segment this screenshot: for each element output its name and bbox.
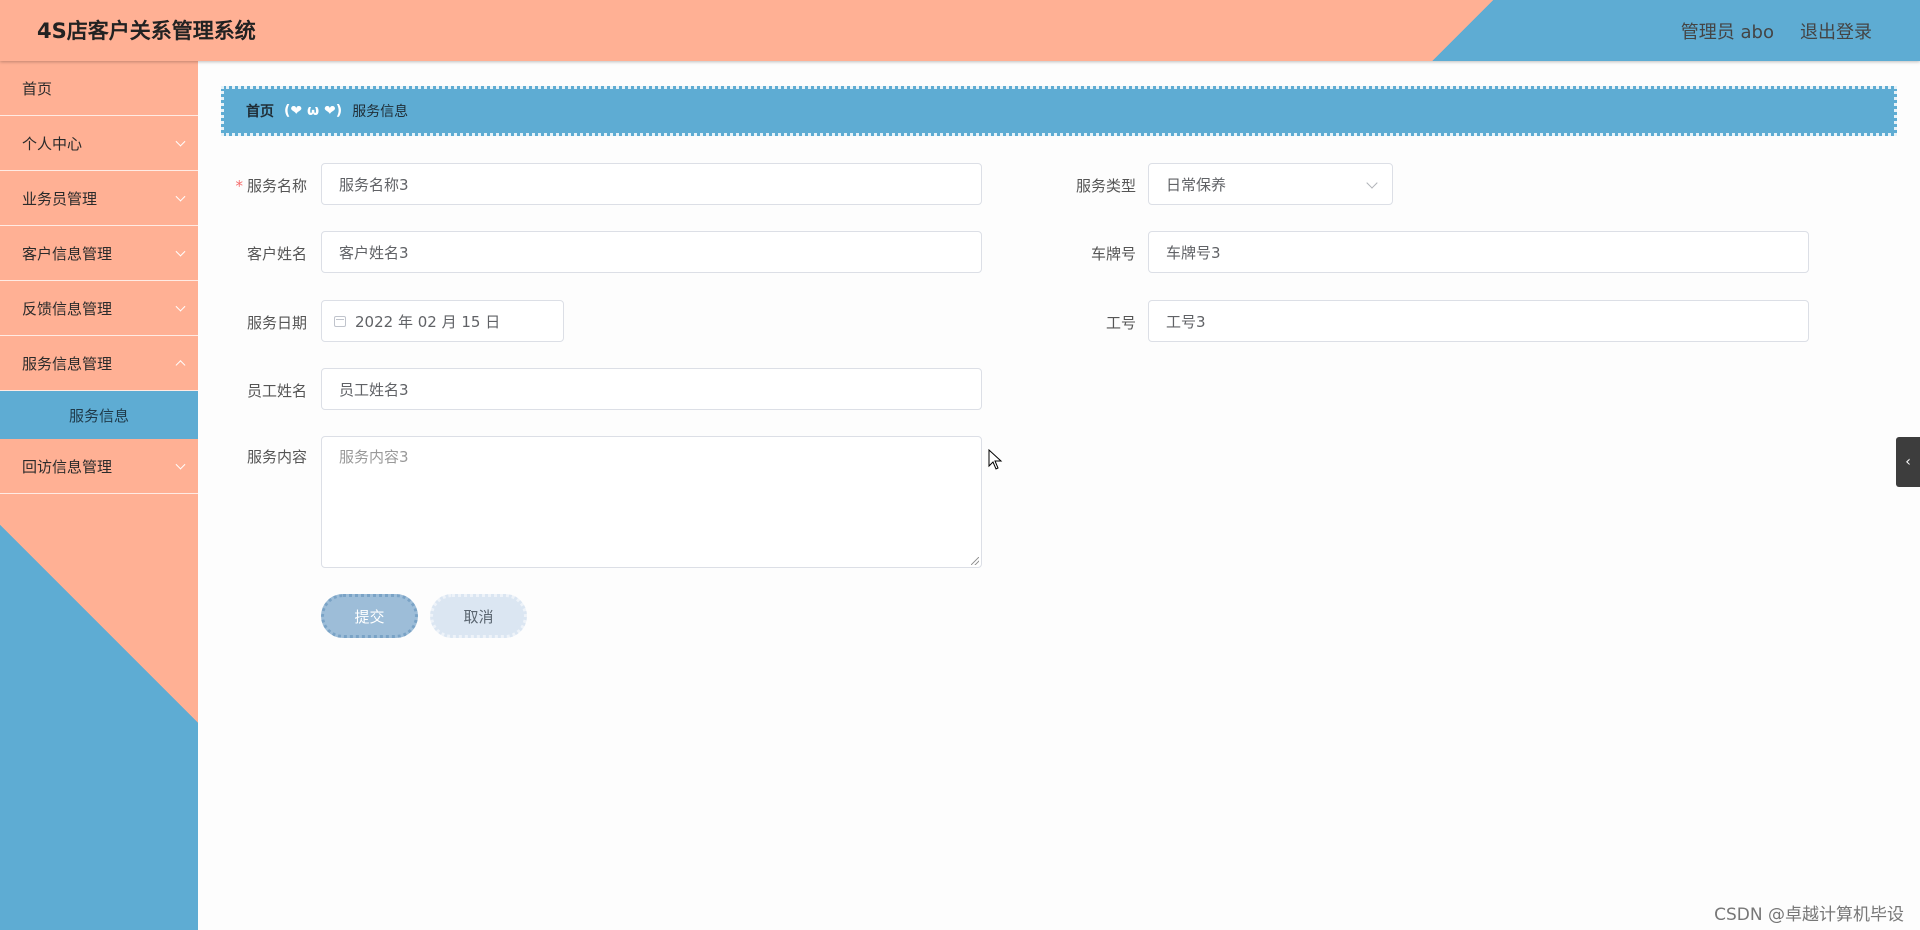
service-content-value: 服务内容3	[339, 448, 409, 466]
sidebar-item-label: 回访信息管理	[22, 457, 113, 476]
breadcrumb: 首页 (❤ ω ❤) 服务信息	[221, 86, 1897, 136]
app-title: 4S店客户关系管理系统	[37, 19, 256, 43]
chevron-up-icon	[175, 360, 186, 371]
chevron-down-icon	[1366, 177, 1378, 189]
sidebar-item-label: 首页	[22, 79, 53, 98]
employee-id-value: 工号3	[1166, 312, 1206, 331]
cancel-button[interactable]: 取消	[430, 594, 527, 638]
sidebar-subitem-service-info[interactable]: 服务信息	[0, 391, 198, 439]
breadcrumb-home[interactable]: 首页	[246, 101, 274, 121]
employee-id-label: 工号	[1105, 314, 1136, 332]
calendar-icon	[334, 315, 346, 327]
plate-number-label: 车牌号	[1090, 245, 1136, 263]
logout-link[interactable]: 退出登录	[1800, 18, 1872, 44]
sidebar-item-home[interactable]: 首页	[0, 61, 198, 116]
side-panel-toggle[interactable]: ‹	[1896, 437, 1920, 487]
breadcrumb-current: 服务信息	[352, 104, 409, 120]
service-name-label: * 服务名称	[235, 177, 307, 195]
service-date-value: 2022 年 02 月 15 日	[355, 312, 501, 331]
sidebar-item-label: 客户信息管理	[22, 244, 113, 263]
sidebar-item-revisit[interactable]: 回访信息管理	[0, 439, 198, 494]
top-header: 4S店客户关系管理系统 管理员 abo 退出登录	[0, 0, 1920, 61]
sidebar-item-customer[interactable]: 客户信息管理	[0, 226, 198, 281]
mouse-cursor-icon	[988, 449, 1003, 470]
customer-name-value: 客户姓名3	[339, 243, 409, 262]
service-content-label: 服务内容	[246, 448, 307, 466]
employee-id-input[interactable]: 工号3	[1148, 300, 1809, 342]
sidebar-item-label: 服务信息管理	[22, 354, 113, 373]
sidebar: 首页 个人中心 业务员管理 客户信息管理 反馈信息管理 服务信息管理 服务信息 …	[0, 61, 198, 930]
service-date-label: 服务日期	[246, 314, 307, 332]
service-date-picker[interactable]: 2022 年 02 月 15 日	[321, 300, 564, 342]
customer-name-label: 客户姓名	[246, 245, 307, 263]
employee-name-value: 员工姓名3	[339, 380, 409, 399]
chevron-down-icon	[175, 136, 186, 147]
current-user: 管理员 abo	[1680, 22, 1774, 43]
sidebar-item-feedback[interactable]: 反馈信息管理	[0, 281, 198, 336]
service-type-label: 服务类型	[1075, 177, 1136, 195]
customer-name-input[interactable]: 客户姓名3	[321, 231, 982, 273]
employee-name-label: 员工姓名	[246, 382, 307, 400]
service-type-select[interactable]: 日常保养	[1148, 163, 1393, 205]
sidebar-item-personal-center[interactable]: 个人中心	[0, 116, 198, 171]
sidebar-item-label: 反馈信息管理	[22, 299, 113, 318]
plate-number-value: 车牌号3	[1166, 243, 1221, 262]
chevron-down-icon	[175, 301, 186, 312]
resize-handle-icon[interactable]	[971, 557, 979, 565]
service-name-value: 服务名称3	[339, 175, 409, 194]
chevron-down-icon	[175, 246, 186, 257]
watermark: CSDN @卓越计算机毕设	[1714, 905, 1904, 925]
chevron-down-icon	[175, 191, 186, 202]
service-type-value: 日常保养	[1166, 175, 1227, 194]
service-content-textarea[interactable]: 服务内容3	[321, 436, 982, 568]
required-mark: *	[235, 177, 243, 195]
employee-name-input[interactable]: 员工姓名3	[321, 368, 982, 410]
sidebar-item-salesperson[interactable]: 业务员管理	[0, 171, 198, 226]
service-name-input[interactable]: 服务名称3	[321, 163, 982, 205]
chevron-left-icon: ‹	[1905, 454, 1911, 470]
sidebar-item-label: 个人中心	[22, 134, 83, 153]
submit-button[interactable]: 提交	[321, 594, 418, 638]
chevron-down-icon	[175, 459, 186, 470]
plate-number-input[interactable]: 车牌号3	[1148, 231, 1809, 273]
sidebar-item-service[interactable]: 服务信息管理	[0, 336, 198, 391]
breadcrumb-separator: (❤ ω ❤)	[284, 103, 343, 119]
sidebar-item-label: 业务员管理	[22, 189, 98, 208]
